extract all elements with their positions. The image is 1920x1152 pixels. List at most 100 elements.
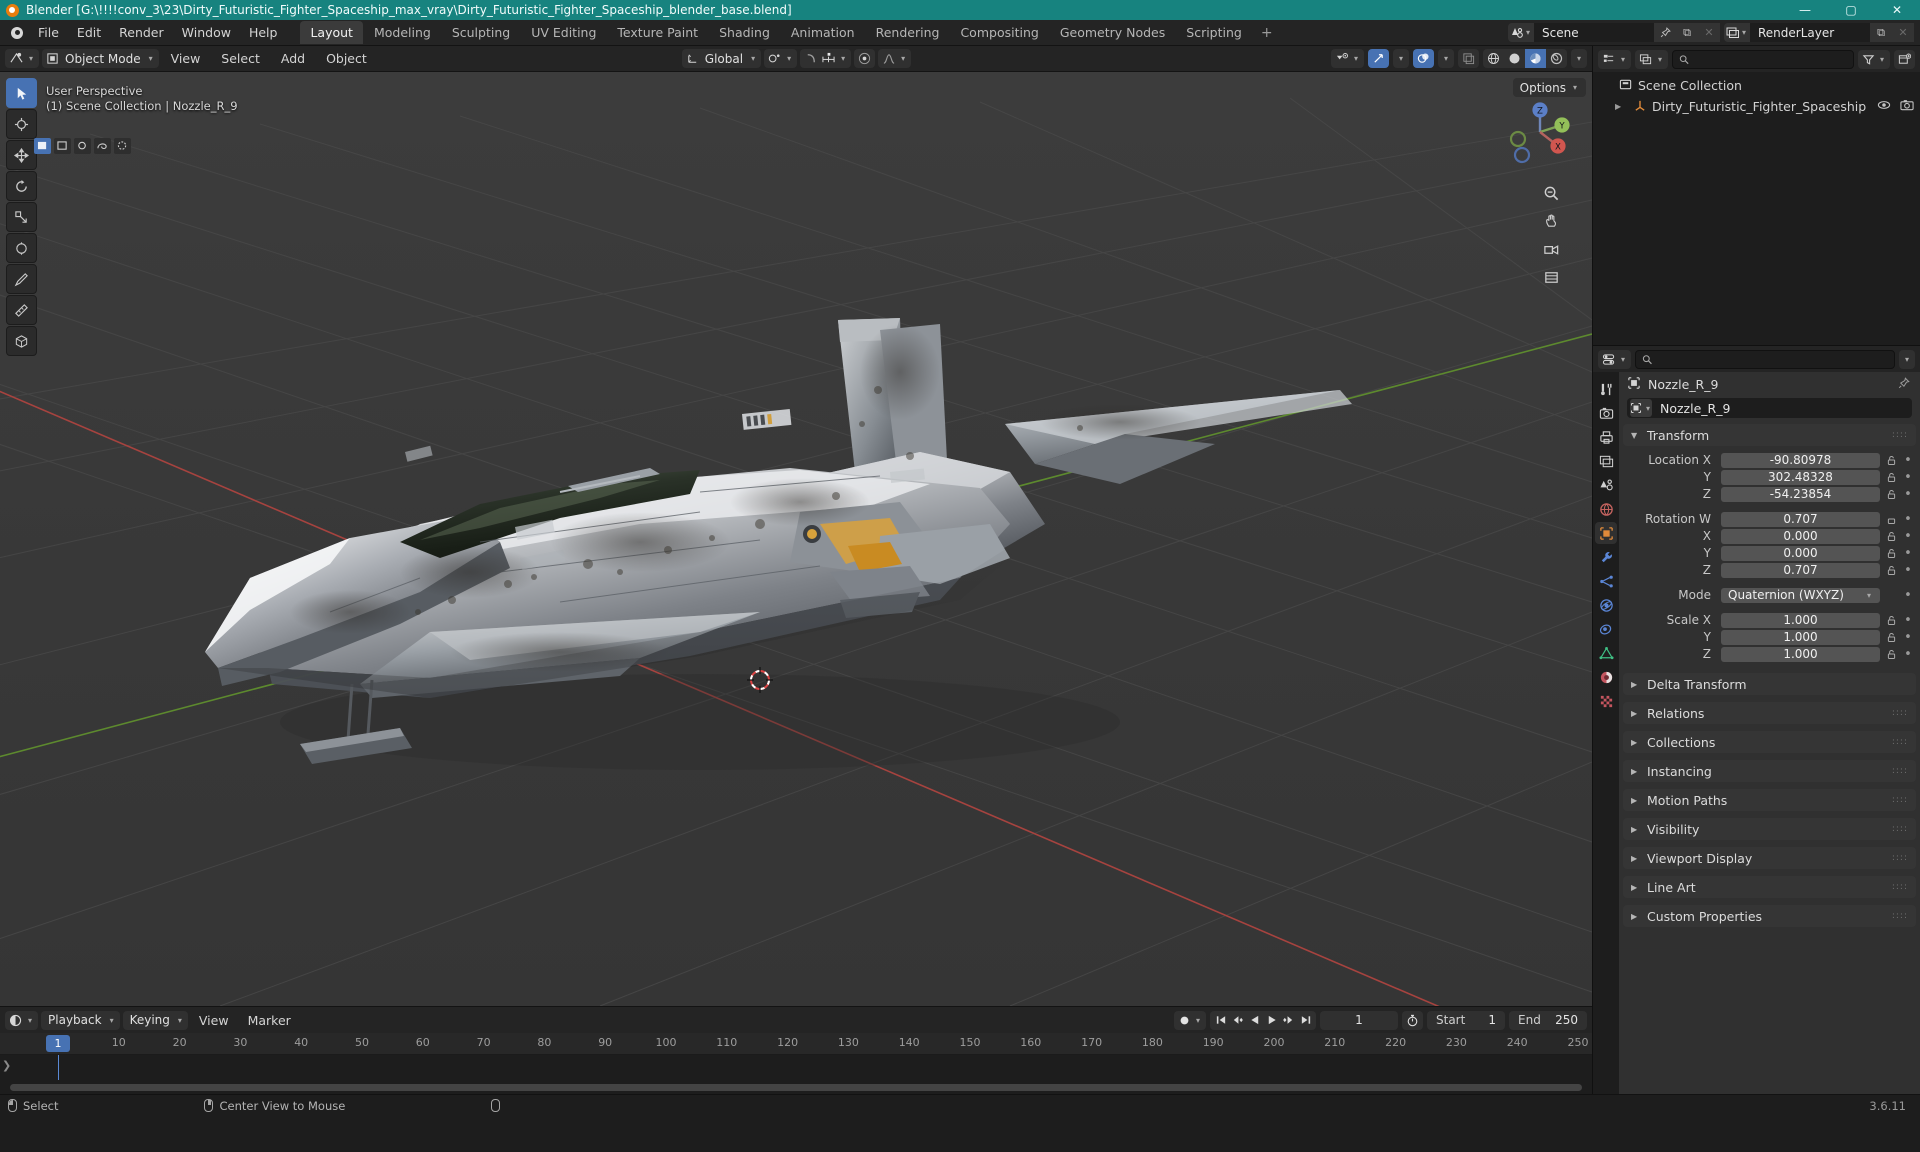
outliner-tree[interactable]: Scene Collection ▶ Dirty_Futuristic_Figh…	[1593, 72, 1920, 345]
navigation-gizmo[interactable]: Z Y X	[1502, 94, 1578, 170]
tool-add-cube[interactable]	[6, 326, 37, 356]
use-preview-range-toggle[interactable]	[1402, 1010, 1423, 1030]
end-frame-field[interactable]: End 250	[1509, 1010, 1587, 1030]
zoom-view-icon[interactable]	[1540, 182, 1562, 204]
menu-render[interactable]: Render	[110, 22, 173, 43]
select-mode-edge-icon[interactable]	[54, 138, 71, 154]
tool-transform[interactable]	[6, 233, 37, 263]
snap-pivot-selector[interactable]: ▾	[764, 49, 798, 68]
tab-render[interactable]	[1595, 402, 1617, 424]
scale-y-value[interactable]: 1.000	[1721, 629, 1880, 645]
tab-uv-editing[interactable]: UV Editing	[521, 21, 606, 44]
lock-scale-x-icon[interactable]	[1884, 615, 1898, 626]
scale-x-value[interactable]: 1.000	[1721, 612, 1880, 628]
unlink-scene-button[interactable]: ✕	[1698, 23, 1720, 42]
current-frame-field[interactable]: 1	[1320, 1010, 1398, 1030]
tool-annotate[interactable]	[6, 264, 37, 294]
outliner-filter-button[interactable]: ▾	[1857, 49, 1890, 69]
panel-header-transform[interactable]: ▼ Transform ::::	[1623, 424, 1916, 446]
snap-controls[interactable]: ▾	[800, 49, 852, 68]
tab-view-layer[interactable]	[1595, 450, 1617, 472]
lock-location-z-icon[interactable]	[1884, 489, 1898, 500]
tab-rendering[interactable]: Rendering	[866, 21, 950, 44]
rendered-shading-button[interactable]	[1546, 49, 1567, 68]
rotation-mode-selector[interactable]: Quaternion (WXYZ) ▾	[1721, 587, 1880, 603]
timeline-playhead[interactable]: 1	[46, 1035, 70, 1052]
playback-menu[interactable]: Playback ▾	[41, 1010, 120, 1030]
jump-to-end-button[interactable]	[1297, 1011, 1314, 1030]
rotation-y-value[interactable]: 0.000	[1721, 545, 1880, 561]
tab-material[interactable]	[1595, 666, 1617, 688]
lock-rotation-y-icon[interactable]	[1884, 548, 1898, 559]
maximize-button[interactable]: ▢	[1828, 0, 1874, 20]
tab-compositing[interactable]: Compositing	[950, 21, 1048, 44]
timeline-menu-view[interactable]: View	[191, 1010, 237, 1031]
location-x-value[interactable]: -90.80978	[1721, 452, 1880, 468]
menu-window[interactable]: Window	[173, 22, 240, 43]
toggle-camera-view-icon[interactable]	[1540, 238, 1562, 260]
tab-modeling[interactable]: Modeling	[364, 21, 441, 44]
tab-texture-paint[interactable]: Texture Paint	[607, 21, 708, 44]
select-mode-vertex-icon[interactable]	[34, 138, 51, 154]
tab-scripting[interactable]: Scripting	[1176, 21, 1252, 44]
keying-menu[interactable]: Keying ▾	[122, 1010, 188, 1030]
tool-select-box[interactable]	[6, 78, 37, 108]
properties-search-input[interactable]	[1657, 352, 1888, 366]
tab-texture[interactable]	[1595, 690, 1617, 712]
outliner-display-mode-selector[interactable]: ▾	[1635, 49, 1669, 69]
tab-shading[interactable]: Shading	[709, 21, 780, 44]
overlay-options-dropdown[interactable]: ▾	[1437, 49, 1454, 68]
animate-rotation-y-icon[interactable]: •	[1902, 547, 1914, 560]
tab-geometry-nodes[interactable]: Geometry Nodes	[1050, 21, 1175, 44]
pan-view-icon[interactable]	[1540, 210, 1562, 232]
tab-output[interactable]	[1595, 426, 1617, 448]
select-mode-circle-icon[interactable]	[114, 138, 131, 154]
new-scene-button[interactable]: ⧉	[1676, 23, 1698, 42]
tool-scale[interactable]	[6, 202, 37, 232]
transform-orientation-selector[interactable]: Global ▾	[681, 49, 762, 68]
visibility-selector[interactable]: ▾	[1330, 49, 1364, 68]
tab-modifiers[interactable]	[1595, 546, 1617, 568]
view-layer-name[interactable]: RenderLayer	[1750, 23, 1870, 42]
tab-sculpting[interactable]: Sculpting	[442, 21, 520, 44]
pin-scene-icon[interactable]	[1654, 23, 1676, 42]
lock-scale-z-icon[interactable]	[1884, 649, 1898, 660]
gizmo-options-dropdown[interactable]: ▾	[1392, 49, 1409, 68]
scene-name[interactable]: Scene	[1534, 23, 1654, 42]
scale-z-value[interactable]: 1.000	[1721, 646, 1880, 662]
rotation-x-value[interactable]: 0.000	[1721, 528, 1880, 544]
lock-rotation-x-icon[interactable]	[1884, 531, 1898, 542]
auto-keying-toggle[interactable]: ▾	[1173, 1010, 1206, 1030]
jump-to-next-keyframe-button[interactable]	[1280, 1011, 1297, 1030]
timeline-ruler[interactable]: 1 10 20 30 40 50 60 70 80 90 100 110 120 130 140 150 160…	[0, 1033, 1592, 1055]
tab-tool[interactable]	[1595, 378, 1617, 400]
location-y-value[interactable]: 302.48328	[1721, 469, 1880, 485]
outliner-editor-type-selector[interactable]: ▾	[1598, 49, 1632, 69]
animate-scale-x-icon[interactable]: •	[1902, 614, 1914, 627]
interaction-mode-selector[interactable]: Object Mode ▾	[42, 49, 159, 68]
disclosure-triangle-icon[interactable]: ▶	[1615, 102, 1628, 111]
tab-object-data[interactable]	[1595, 642, 1617, 664]
object-name-field[interactable]: ▾ Nozzle_R_9	[1627, 398, 1912, 418]
tab-physics[interactable]	[1595, 594, 1617, 616]
tab-constraints[interactable]	[1595, 618, 1617, 640]
outliner-row-spaceship[interactable]: ▶ Dirty_Futuristic_Fighter_Spaceship	[1593, 96, 1920, 117]
proportional-falloff-selector[interactable]: ▾	[878, 49, 912, 68]
play-reverse-button[interactable]	[1246, 1011, 1263, 1030]
rotation-w-value[interactable]: 0.707	[1721, 511, 1880, 527]
animate-scale-z-icon[interactable]: •	[1902, 648, 1914, 661]
tool-move[interactable]	[6, 140, 37, 170]
tool-rotate[interactable]	[6, 171, 37, 201]
view-layer-selector[interactable]: ▾ RenderLayer ⧉ ✕	[1724, 23, 1914, 42]
outliner-row-scene-collection[interactable]: Scene Collection	[1593, 75, 1920, 96]
select-mode-face-icon[interactable]	[74, 138, 91, 154]
animate-scale-y-icon[interactable]: •	[1902, 631, 1914, 644]
properties-search-box[interactable]	[1635, 349, 1895, 369]
menu-edit[interactable]: Edit	[68, 22, 110, 43]
properties-editor-type-selector[interactable]: ▾	[1598, 349, 1632, 369]
animate-rotation-z-icon[interactable]: •	[1902, 564, 1914, 577]
timeline-body[interactable]: ❯	[0, 1055, 1592, 1094]
minimize-button[interactable]: —	[1782, 0, 1828, 20]
tab-animation[interactable]: Animation	[781, 21, 865, 44]
rotation-z-value[interactable]: 0.707	[1721, 562, 1880, 578]
